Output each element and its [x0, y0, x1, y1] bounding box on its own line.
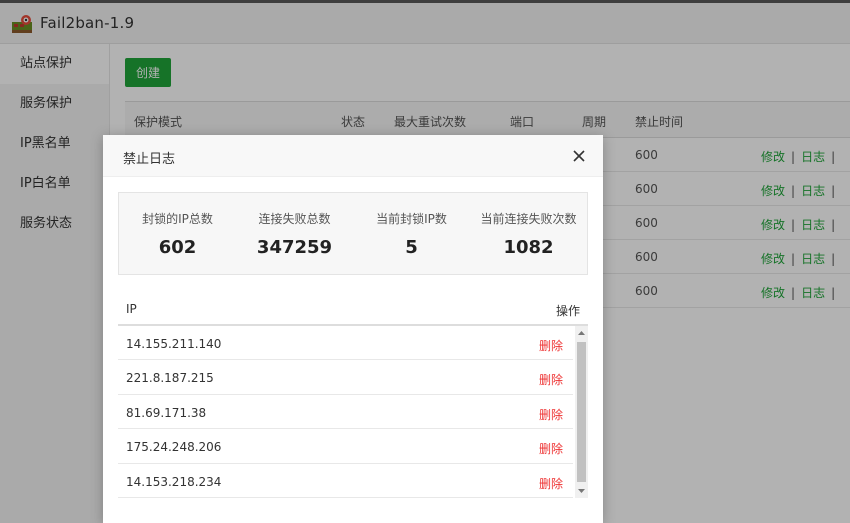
delete-link[interactable]: 删除	[539, 440, 563, 457]
ip-address: 221.8.187.215	[126, 371, 214, 386]
delete-link[interactable]: 删除	[539, 371, 563, 388]
col-ip: IP	[126, 302, 137, 316]
table-row: 81.69.171.38 删除	[118, 395, 573, 430]
scroll-up-arrow-icon[interactable]	[575, 326, 588, 340]
stat-current-banned-ips: 当前封锁IP数 5	[353, 193, 470, 258]
stat-label: 封锁的IP总数	[142, 212, 213, 226]
stat-value: 1082	[503, 237, 554, 258]
table-row: 14.155.211.140 删除	[118, 326, 573, 361]
ban-log-dialog: 禁止日志 封锁的IP总数 602 连接失败总数 347259 当前封锁IP数 5…	[103, 135, 603, 523]
col-action: 操作	[555, 304, 580, 318]
scrollbar-thumb[interactable]	[577, 342, 586, 482]
ip-address: 14.155.211.140	[126, 337, 222, 351]
ip-address: 81.69.171.38	[126, 405, 207, 420]
scroll-down-arrow-icon[interactable]	[575, 484, 588, 498]
stats-panel: 封锁的IP总数 602 连接失败总数 347259 当前封锁IP数 5 当前连接…	[118, 192, 588, 275]
stat-label: 当前封锁IP数	[376, 212, 447, 226]
ip-address: 175.24.248.206	[126, 440, 222, 455]
banned-ip-list[interactable]: 14.155.211.140 删除 221.8.187.215 删除 81.69…	[118, 326, 588, 498]
stat-value: 602	[158, 237, 197, 258]
table-row: 175.24.248.206 删除	[118, 429, 573, 464]
delete-link[interactable]: 删除	[539, 406, 563, 423]
ip-address: 14.153.218.234	[126, 474, 222, 489]
banned-ip-table: IP 操作 14.155.211.140 删除 221.8.187.215 删除…	[118, 290, 588, 498]
table-row: 14.153.218.234 删除	[118, 464, 573, 498]
table-row: 221.8.187.215 删除	[118, 360, 573, 395]
banned-ip-table-header: IP 操作	[118, 290, 588, 326]
dialog-header: 禁止日志	[103, 135, 603, 177]
close-icon[interactable]	[571, 148, 587, 164]
stat-value: 5	[405, 237, 418, 258]
stat-total-failed-connections: 连接失败总数 347259	[236, 193, 353, 258]
stat-total-banned-ips: 封锁的IP总数 602	[119, 193, 236, 258]
dialog-title: 禁止日志	[123, 152, 176, 167]
stat-label: 连接失败总数	[258, 212, 331, 226]
stat-current-failed-connections: 当前连接失败次数 1082	[470, 193, 587, 258]
delete-link[interactable]: 删除	[539, 475, 563, 492]
delete-link[interactable]: 删除	[539, 337, 563, 354]
vertical-scrollbar[interactable]	[575, 326, 588, 498]
stat-label: 当前连接失败次数	[480, 212, 577, 226]
stat-value: 347259	[256, 237, 333, 258]
